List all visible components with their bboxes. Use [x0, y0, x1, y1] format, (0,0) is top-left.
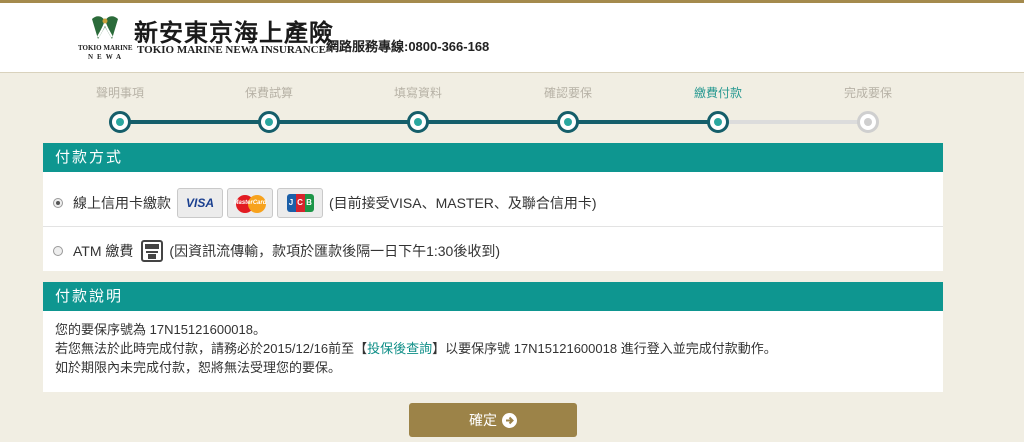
step-dot-payment — [707, 111, 729, 133]
step-label-quote: 保費試算 — [244, 86, 293, 100]
visa-card-text: VISA — [185, 195, 214, 210]
progress-line-pending — [718, 120, 868, 124]
step-dot-fill-data — [407, 111, 429, 133]
brand-name-newa: NEWA — [88, 53, 126, 61]
brand-logo-icon[interactable] — [90, 15, 120, 41]
info-line-deadline-post: 】以要保序號 17N15121600018 進行登入並完成付款動作。 — [432, 341, 777, 356]
payment-method-panel: 付款方式 線上信用卡繳款 VISA MasterCard J C B (目前接受… — [43, 143, 943, 271]
service-hotline: 網路服務專線:0800-366-168 — [326, 39, 490, 54]
brand-name-small: TOKIO MARINE — [78, 44, 133, 52]
atm-radio[interactable] — [53, 246, 63, 256]
step-dot-statement — [109, 111, 131, 133]
credit-card-option[interactable]: 線上信用卡繳款 VISA MasterCard J C B (目前接受VISA、… — [43, 179, 943, 227]
brand-name-en: TOKIO MARINE NEWA INSURANCE — [137, 44, 326, 56]
atm-option[interactable]: ATM 繳費 (因資訊流傳輸，款項於匯款後隔一日下午1:30後收到) — [43, 227, 943, 275]
step-label-confirm: 確認要保 — [543, 86, 592, 100]
step-dot-confirm — [557, 111, 579, 133]
confirm-button-label: 確定 — [469, 412, 497, 428]
confirm-button[interactable]: 確定 — [409, 403, 577, 437]
atm-note: (因資訊流傳輸，款項於匯款後隔一日下午1:30後收到) — [169, 243, 500, 259]
site-header: 新安東京海上產險 TOKIO MARINE NEWA TOKIO MARINE … — [0, 3, 1024, 73]
step-label-statement: 聲明事項 — [95, 86, 144, 100]
credit-card-label: 線上信用卡繳款 — [73, 194, 171, 211]
post-purchase-query-link[interactable]: 投保後查詢 — [367, 341, 432, 356]
step-dot-quote — [258, 111, 280, 133]
step-label-complete: 完成要保 — [843, 86, 892, 100]
info-line-serial: 您的要保序號為 17N15121600018。 — [55, 322, 266, 337]
visa-card-icon: VISA — [177, 187, 223, 218]
payment-info-title: 付款說明 — [43, 282, 943, 311]
payment-method-title: 付款方式 — [43, 143, 943, 172]
step-dot-complete — [857, 111, 879, 133]
credit-card-note: (目前接受VISA、MASTER、及聯合信用卡) — [329, 194, 597, 211]
jcb-card-icon: J C B — [277, 187, 323, 218]
credit-card-radio[interactable] — [53, 197, 63, 208]
info-line-warning: 如於期限內未完成付款，恕將無法受理您的要保。 — [55, 360, 342, 375]
payment-info-body: 您的要保序號為 17N15121600018。 若您無法於此時完成付款，請務必於… — [43, 311, 943, 386]
atm-label: ATM 繳費 — [73, 243, 134, 259]
mastercard-icon: MasterCard — [227, 187, 273, 218]
info-line-deadline: 若您無法於此時完成付款，請務必於2015/12/16前至【投保後查詢】以要保序號… — [55, 339, 931, 358]
payment-info-panel: 付款說明 您的要保序號為 17N15121600018。 若您無法於此時完成付款… — [43, 282, 943, 392]
jcb-letter-c: C — [295, 193, 305, 212]
step-label-payment: 繳費付款 — [693, 86, 742, 100]
mastercard-text: MasterCard — [233, 199, 267, 206]
jcb-letter-j: J — [286, 193, 296, 212]
brand-name-cn: 新安東京海上產險 — [134, 19, 334, 47]
atm-icon — [141, 240, 164, 262]
arrow-right-icon — [502, 412, 517, 428]
jcb-letter-b: B — [304, 193, 314, 212]
info-line-deadline-pre: 若您無法於此時完成付款，請務必於2015/12/16前至【 — [55, 341, 368, 356]
step-label-fill-data: 填寫資料 — [393, 86, 442, 100]
progress-steps: 聲明事項 保費試算 填寫資料 確認要保 繳費付款 完成要保 — [0, 80, 1024, 140]
